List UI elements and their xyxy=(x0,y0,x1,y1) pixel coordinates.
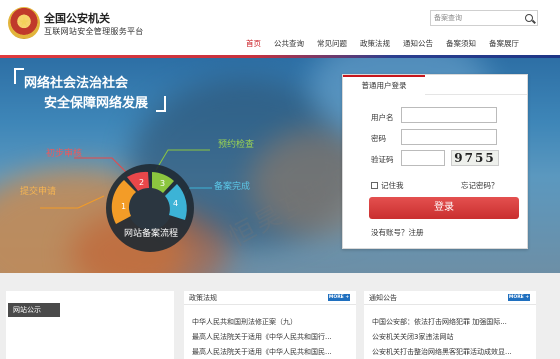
step-label-2: 初步审核 xyxy=(46,149,83,159)
login-button[interactable]: 登录 xyxy=(369,197,519,219)
step-label-3: 预约检查 xyxy=(218,140,255,150)
main-nav: 首页 公共查询 常见问题 政策法规 通知公告 备案须知 备案展厅 xyxy=(246,38,532,52)
nav-item-public-query[interactable]: 公共查询 xyxy=(274,38,304,52)
captcha-label: 验证码 xyxy=(371,155,394,164)
remember-label: 记住我 xyxy=(381,181,404,190)
tab-user-login[interactable]: 普通用户登录 xyxy=(343,75,425,95)
notice-panel-title: 通知公告 xyxy=(369,294,397,302)
header: 全国公安机关 互联网站安全管理服务平台 首页 公共查询 常见问题 政策法规 通知… xyxy=(0,0,560,58)
site-notice-panel: 网站公示 xyxy=(6,291,174,359)
password-field[interactable] xyxy=(401,129,497,145)
login-tabbar: 普通用户登录 xyxy=(343,75,527,95)
flow-title: 网站备案流程 xyxy=(124,229,179,239)
password-label: 密码 xyxy=(371,134,386,143)
register-link[interactable]: 没有账号？注册 xyxy=(371,227,424,238)
login-panel: 普通用户登录 用户名 密码 验证码 9755 记住我 忘记密码？ 登录 没有账号… xyxy=(342,74,528,249)
policy-panel-title: 政策法规 xyxy=(189,294,217,302)
filing-flow-diagram: 1 2 3 4 xyxy=(40,149,212,252)
step-number-4: 4 xyxy=(173,199,178,208)
connector-line xyxy=(40,195,105,209)
tab-site-notice[interactable]: 网站公示 xyxy=(8,303,60,317)
nav-item-policy[interactable]: 政策法规 xyxy=(360,38,390,52)
step-number-1: 1 xyxy=(121,202,126,211)
notice-item[interactable]: 中国公安部：依法打击网络犯罪 加强国际... xyxy=(372,317,532,327)
notice-more-button[interactable]: MORE + xyxy=(508,294,530,301)
captcha-field[interactable] xyxy=(401,150,445,166)
search-input[interactable] xyxy=(434,12,520,24)
step-number-2: 2 xyxy=(139,178,144,187)
policy-item[interactable]: 中华人民共和国刑法修正案（九） xyxy=(192,317,350,327)
notice-panel: 通知公告 MORE + 中国公安部：依法打击网络犯罪 加强国际... 公安机关关… xyxy=(364,291,536,359)
notice-panel-header: 通知公告 MORE + xyxy=(364,291,536,305)
notice-item[interactable]: 公安机关打击整治网络黑客犯罪活动成效显... xyxy=(372,347,532,357)
forgot-password-link[interactable]: 忘记密码？ xyxy=(461,180,499,191)
username-field[interactable] xyxy=(401,107,497,123)
captcha-image[interactable]: 9755 xyxy=(451,150,499,166)
policy-item[interactable]: 最高人民法院关于适用《中华人民共和国行... xyxy=(192,332,350,342)
nav-item-home[interactable]: 首页 xyxy=(246,38,261,52)
police-emblem-icon xyxy=(8,7,40,39)
site-subtitle: 互联网站安全管理服务平台 xyxy=(44,27,144,36)
remember-checkbox[interactable] xyxy=(371,182,378,189)
nav-item-faq[interactable]: 常见问题 xyxy=(317,38,347,52)
username-label: 用户名 xyxy=(371,113,394,122)
step-label-4: 备案完成 xyxy=(214,182,251,192)
page: 全国公安机关 互联网站安全管理服务平台 首页 公共查询 常见问题 政策法规 通知… xyxy=(0,0,560,359)
nav-item-filing-guide[interactable]: 备案须知 xyxy=(446,38,476,52)
nav-item-notices[interactable]: 通知公告 xyxy=(403,38,433,52)
policy-item[interactable]: 最高人民法院关于适用《中华人民共和国民... xyxy=(192,347,350,357)
policy-panel-header: 政策法规 MORE + xyxy=(184,291,356,305)
step-number-3: 3 xyxy=(160,179,165,188)
site-title: 全国公安机关 xyxy=(44,12,110,25)
search-box xyxy=(430,10,538,26)
policy-panel: 政策法规 MORE + 中华人民共和国刑法修正案（九） 最高人民法院关于适用《中… xyxy=(184,291,356,359)
connector-line xyxy=(74,157,131,177)
search-icon[interactable] xyxy=(525,14,533,22)
nav-item-filing-showcase[interactable]: 备案展厅 xyxy=(489,38,519,52)
notice-item[interactable]: 公安机关关闭3家违法网站 xyxy=(372,332,532,342)
policy-more-button[interactable]: MORE + xyxy=(328,294,350,301)
step-label-1: 提交申请 xyxy=(20,187,57,197)
bottom-section: 网站公示 政策法规 MORE + 中华人民共和国刑法修正案（九） 最高人民法院关… xyxy=(0,273,560,359)
